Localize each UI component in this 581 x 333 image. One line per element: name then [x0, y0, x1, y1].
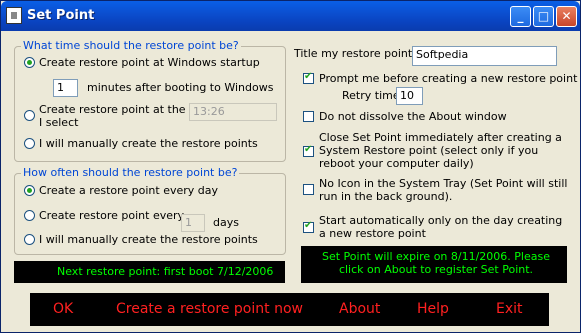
no-tray-icon-checkbox[interactable] — [303, 184, 314, 195]
about-button[interactable]: About — [339, 301, 380, 317]
next-restore-panel: Next restore point: first boot 7/12/2006 — [14, 261, 285, 283]
retry-time-input[interactable]: 10 — [396, 87, 423, 105]
minutes-input[interactable]: 1 — [53, 79, 78, 97]
no-tray-icon-label[interactable]: No Icon in the System Tray (Set Point wi… — [319, 177, 569, 203]
radio-at-time-label-2[interactable]: I select — [39, 116, 78, 129]
expire-notice-panel: Set Point will expire on 8/11/2006. Plea… — [301, 246, 567, 283]
start-auto-checkbox[interactable] — [303, 220, 314, 233]
radio-at-time-label[interactable]: Create restore point at the time — [39, 103, 214, 116]
radio-manual-time-label[interactable]: I will manually create the restore point… — [39, 137, 258, 150]
radio-startup-label[interactable]: Create restore point at Windows startup — [39, 56, 260, 69]
help-button[interactable]: Help — [417, 301, 449, 317]
days-input[interactable]: 1 — [181, 214, 205, 232]
minutes-label: minutes after booting to Windows — [87, 81, 274, 94]
title-restore-label: Title my restore points: — [294, 47, 422, 60]
radio-every-n-days-label[interactable]: Create restore point every — [39, 209, 184, 222]
radio-at-time[interactable] — [24, 110, 35, 121]
radio-manual-frequency-label[interactable]: I will manually create the restore point… — [39, 233, 258, 246]
radio-every-n-days[interactable] — [24, 210, 35, 221]
title-bar[interactable]: Set Point _ □ ✕ — [1, 1, 580, 31]
title-restore-input[interactable]: Softpedia — [412, 46, 557, 66]
no-dissolve-label[interactable]: Do not dissolve the About window — [319, 110, 507, 123]
radio-manual-frequency[interactable] — [24, 234, 35, 245]
window-title: Set Point — [27, 8, 95, 23]
start-auto-label[interactable]: Start automatically only on the day crea… — [319, 214, 569, 240]
radio-startup[interactable] — [24, 57, 35, 68]
maximize-button[interactable]: □ — [533, 6, 554, 27]
prompt-checkbox[interactable] — [303, 71, 314, 84]
app-icon[interactable] — [6, 7, 22, 24]
minimize-button[interactable]: _ — [510, 6, 531, 27]
radio-manual-time[interactable] — [24, 138, 35, 149]
radio-every-day-label[interactable]: Create a restore point every day — [39, 184, 218, 197]
time-input[interactable]: 13:26 — [189, 103, 277, 121]
close-button[interactable]: ✕ — [556, 6, 577, 27]
prompt-label[interactable]: Prompt me before creating a new restore … — [319, 72, 577, 85]
expire-notice-text: Set Point will expire on 8/11/2006. Plea… — [322, 250, 550, 276]
retry-time-label: Retry time — [342, 89, 400, 102]
close-after-label[interactable]: Close Set Point immediately after creati… — [319, 131, 569, 170]
close-after-checkbox[interactable] — [303, 144, 314, 157]
ok-button[interactable]: OK — [53, 301, 73, 317]
frequency-group-label: How often should the restore point be? — [21, 166, 240, 179]
bottom-button-bar: OK Create a restore point now About Help… — [30, 293, 549, 326]
restore-time-group-label: What time should the restore point be? — [21, 39, 241, 52]
set-point-window: Set Point _ □ ✕ What time should the res… — [0, 0, 581, 333]
exit-button[interactable]: Exit — [496, 301, 523, 317]
radio-every-day[interactable] — [24, 185, 35, 196]
next-restore-text: Next restore point: first boot 7/12/2006 — [57, 265, 274, 278]
create-restore-point-button[interactable]: Create a restore point now — [116, 301, 303, 317]
no-dissolve-checkbox[interactable] — [303, 111, 314, 122]
days-label: days — [213, 216, 239, 229]
